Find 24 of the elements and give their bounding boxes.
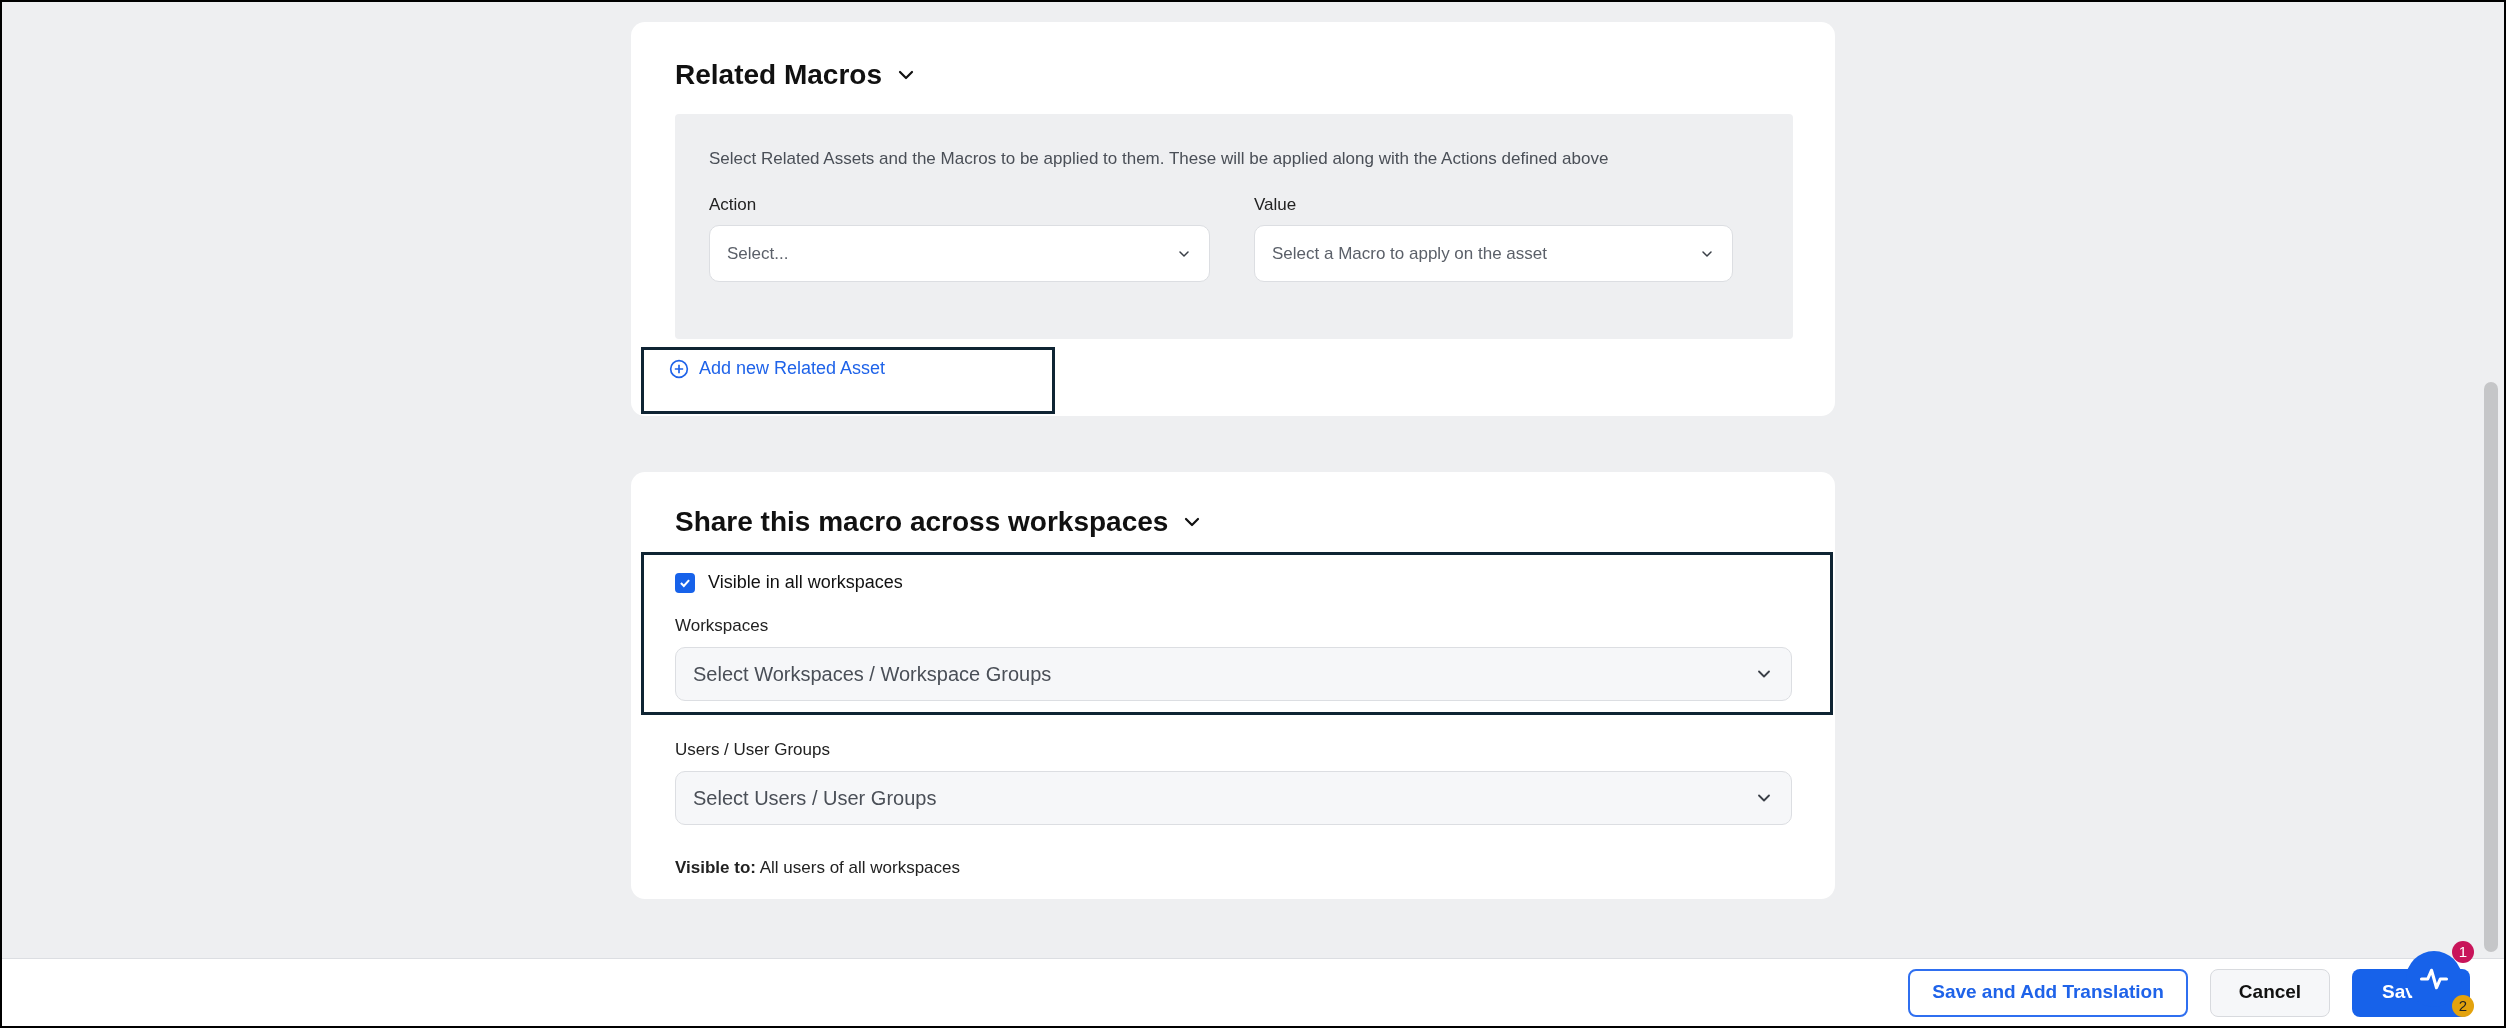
field-label: Workspaces (675, 615, 770, 637)
checkbox[interactable] (675, 572, 695, 593)
select-field[interactable]: Select a Macro to apply on the asset (1254, 225, 1733, 282)
select-field[interactable]: Select Users / User Groups (675, 770, 1792, 825)
notification-badge: 1 (2452, 941, 2474, 963)
select-field[interactable]: Select Workspaces / Workspace Groups (675, 646, 1792, 701)
field-label: Value (1254, 193, 1298, 216)
section-title: Share this macro across workspaces (675, 505, 1169, 539)
add-related-asset-link[interactable]: Add new Related Asset (669, 355, 886, 382)
cancel-button[interactable]: Cancel (2210, 968, 2330, 1017)
select-field[interactable]: Select... (709, 225, 1210, 282)
plus-circle-icon (669, 358, 689, 379)
field-label: Users / User Groups (675, 739, 831, 761)
description-text: Select Related Assets and the Macros to be applied to them. These will be applied along with the Actions defined above (709, 148, 1610, 170)
select-placeholder: Select a Macro to apply on the asset (1272, 242, 1547, 265)
select-placeholder: Select Users / User Groups (693, 785, 937, 811)
select-placeholder: Select... (727, 242, 789, 265)
checkbox-label: Visible in all workspaces (708, 571, 903, 594)
save-and-translate-button[interactable]: Save and Add Translation (1908, 968, 2188, 1017)
section-title: Related Macros (675, 58, 882, 92)
visibility-text: Visible to: All users of all workspaces (675, 856, 962, 879)
select-placeholder: Select Workspaces / Workspace Groups (693, 661, 1052, 687)
notification-badge: 2 (2452, 995, 2474, 1017)
field-label: Action (709, 193, 758, 216)
